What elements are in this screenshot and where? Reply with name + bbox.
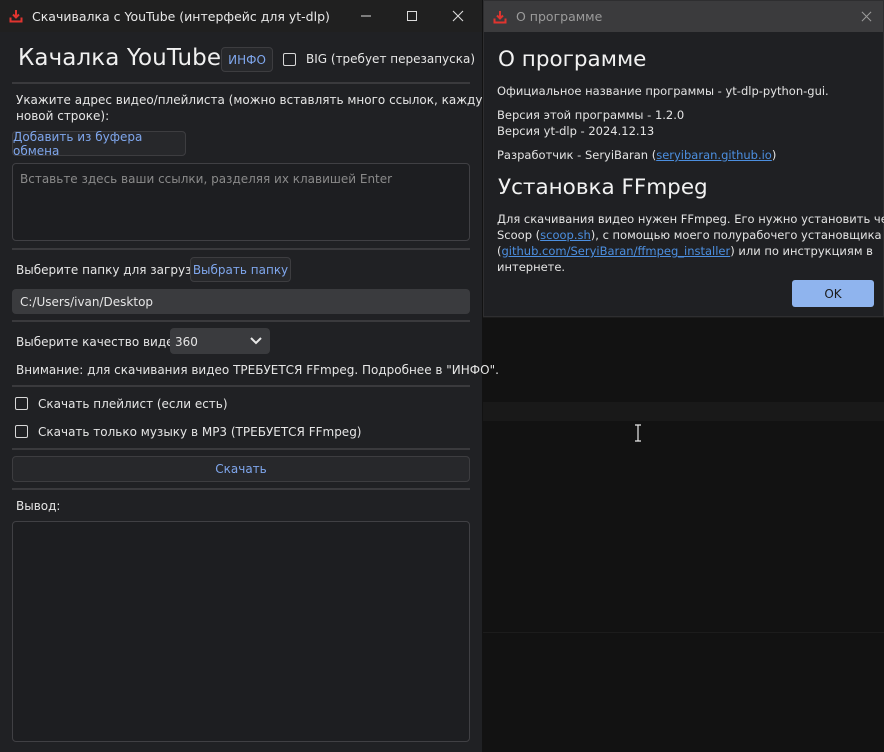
divider [12, 248, 470, 250]
developer-line: Разработчик - SeryiBaran (seryibaran.git… [497, 148, 776, 162]
about-window: О программе О программе Официальное назв… [483, 0, 884, 317]
folder-label: Выберите папку для загрузки: [16, 263, 211, 277]
paste-from-clipboard-button[interactable]: Добавить из буфера обмена [12, 130, 186, 158]
ffmpeg-line3-suffix: ) или по инструкциям в [730, 244, 873, 258]
playlist-checkbox-label: Скачать плейлист (если есть) [38, 397, 228, 411]
close-button[interactable] [435, 0, 481, 32]
mp3-checkbox[interactable] [15, 425, 28, 438]
chevron-down-icon [250, 337, 262, 345]
i-beam-cursor-icon [635, 424, 641, 442]
big-checkbox[interactable] [283, 53, 296, 66]
window-title: Скачивалка с YouTube (интерфейс для yt-d… [32, 8, 330, 24]
divider [12, 385, 470, 387]
links-textarea[interactable]: Вставьте здесь ваши ссылки, разделяя их … [12, 163, 470, 241]
maximize-button[interactable] [389, 0, 435, 32]
minimize-button[interactable] [343, 0, 389, 32]
download-button[interactable]: Скачать [12, 456, 470, 482]
quality-value: 360 [175, 335, 198, 349]
background-divider [483, 317, 884, 318]
divider [12, 320, 470, 322]
about-close-button[interactable] [846, 1, 884, 32]
big-checkbox-label: BIG (требует перезапуска) [306, 52, 476, 66]
close-icon [452, 10, 464, 22]
official-name: Официальное название программы - yt-dlp-… [497, 84, 829, 98]
url-instruction-line1: Укажите адрес видео/плейлиста (можно вст… [16, 93, 512, 107]
maximize-icon [407, 11, 417, 21]
divider [12, 82, 470, 84]
download-tray-icon [9, 10, 23, 23]
developer-prefix: Разработчик - SeryiBaran ( [497, 148, 657, 162]
scoop-link[interactable]: scoop.sh [540, 228, 591, 242]
ytdlp-version: Версия yt-dlp - 2024.12.13 [497, 124, 655, 138]
main-titlebar[interactable]: Скачивалка с YouTube (интерфейс для yt-d… [0, 0, 482, 32]
ffmpeg-line4: интернете. [497, 260, 566, 274]
close-icon [861, 11, 871, 22]
quality-select[interactable]: 360 [170, 328, 270, 354]
ffmpeg-line1: Для скачивания видео нужен FFmpeg. Его н… [497, 212, 884, 226]
divider [12, 488, 470, 490]
output-label: Вывод: [16, 499, 61, 513]
background-divider [483, 632, 884, 633]
ok-button[interactable]: OK [792, 280, 874, 307]
ffmpeg-line2-prefix: Scoop ( [497, 228, 541, 242]
background-highlight-row [483, 402, 884, 421]
choose-folder-button[interactable]: Выбрать папку [190, 257, 291, 282]
folder-path-field[interactable]: C:/Users/ivan/Desktop [12, 289, 470, 314]
links-placeholder: Вставьте здесь ваши ссылки, разделяя их … [20, 172, 393, 186]
app-heading: Качалка YouTube [18, 45, 222, 71]
download-tray-icon [493, 10, 507, 23]
developer-suffix: ) [771, 148, 777, 162]
minimize-icon [361, 15, 371, 17]
playlist-checkbox[interactable] [15, 397, 28, 410]
about-window-title: О программе [516, 9, 603, 24]
about-heading: О программе [498, 47, 647, 72]
ffmpeg-line3: (github.com/SeryiBaran/ffmpeg_installer)… [497, 244, 873, 258]
main-window: Скачивалка с YouTube (интерфейс для yt-d… [0, 0, 512, 752]
ffmpeg-line2: Scoop (scoop.sh), с помощью моего полура… [497, 228, 882, 242]
folder-path-value: C:/Users/ivan/Desktop [20, 295, 154, 309]
ffmpeg-warning: Внимание: для скачивания видео ТРЕБУЕТСЯ… [16, 363, 499, 377]
quality-label: Выберите качество видео: [16, 335, 185, 349]
info-button[interactable]: ИНФО [221, 47, 273, 72]
installer-link[interactable]: github.com/SeryiBaran/ffmpeg_installer [502, 244, 731, 258]
ffmpeg-line2-suffix: ), с помощью моего полурабочего установщ… [590, 228, 882, 242]
url-instruction-line2: новой строке): [16, 109, 110, 123]
program-version: Версия этой программы - 1.2.0 [497, 108, 685, 122]
mp3-checkbox-label: Скачать только музыку в MP3 (ТРЕБУЕТСЯ F… [38, 425, 362, 439]
output-textarea[interactable] [12, 521, 470, 742]
ffmpeg-heading: Установка FFmpeg [498, 175, 708, 200]
about-titlebar[interactable]: О программе [484, 1, 883, 32]
developer-link[interactable]: seryibaran.github.io [656, 148, 772, 162]
divider [12, 448, 470, 450]
